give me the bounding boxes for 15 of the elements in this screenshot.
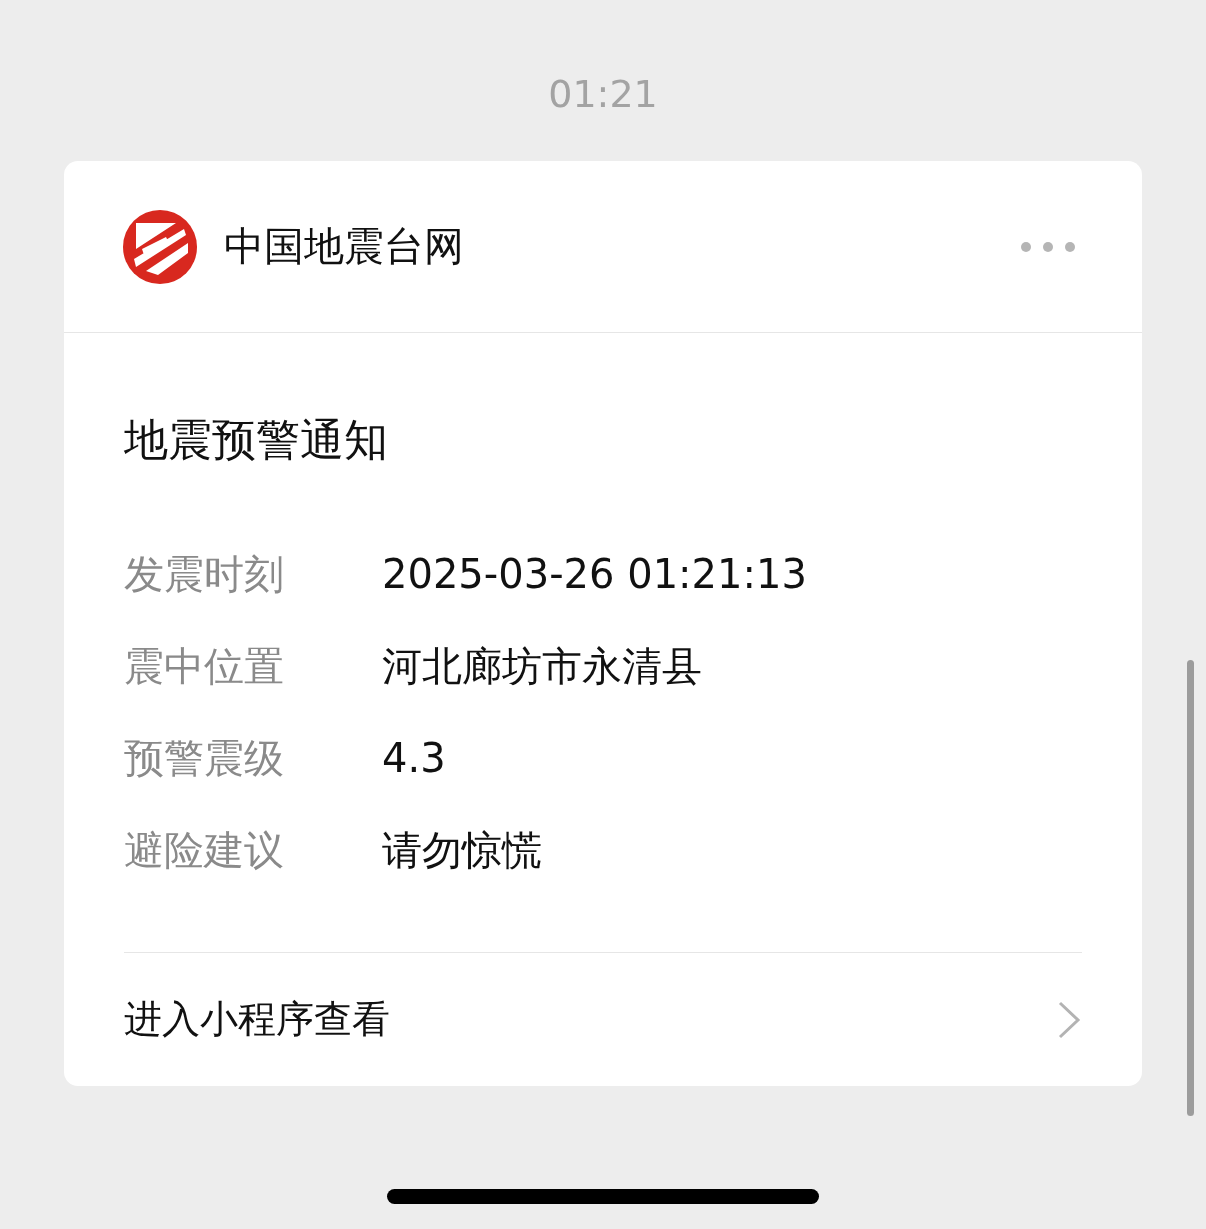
field-value: 请勿惊慌 xyxy=(382,825,542,875)
mini-program-link[interactable]: 进入小程序查看 xyxy=(124,994,390,1045)
field-label: 震中位置 xyxy=(124,641,285,691)
field-label: 发震时刻 xyxy=(124,549,285,599)
field-value: 4.3 xyxy=(382,735,446,781)
chevron-icon xyxy=(1056,999,1082,1040)
account-name: 中国地震台网 xyxy=(224,222,465,271)
field-label: 预警震级 xyxy=(124,733,285,783)
notification-title: 地震预警通知 xyxy=(124,413,389,467)
field-value: 河北廊坊市永清县 xyxy=(382,641,702,691)
more-icon[interactable] xyxy=(1020,239,1076,254)
logo-icon xyxy=(122,208,198,285)
field-label: 避险建议 xyxy=(124,825,285,875)
timestamp: 01:21 xyxy=(548,72,658,118)
field-value: 2025-03-26 01:21:13 xyxy=(382,551,807,597)
